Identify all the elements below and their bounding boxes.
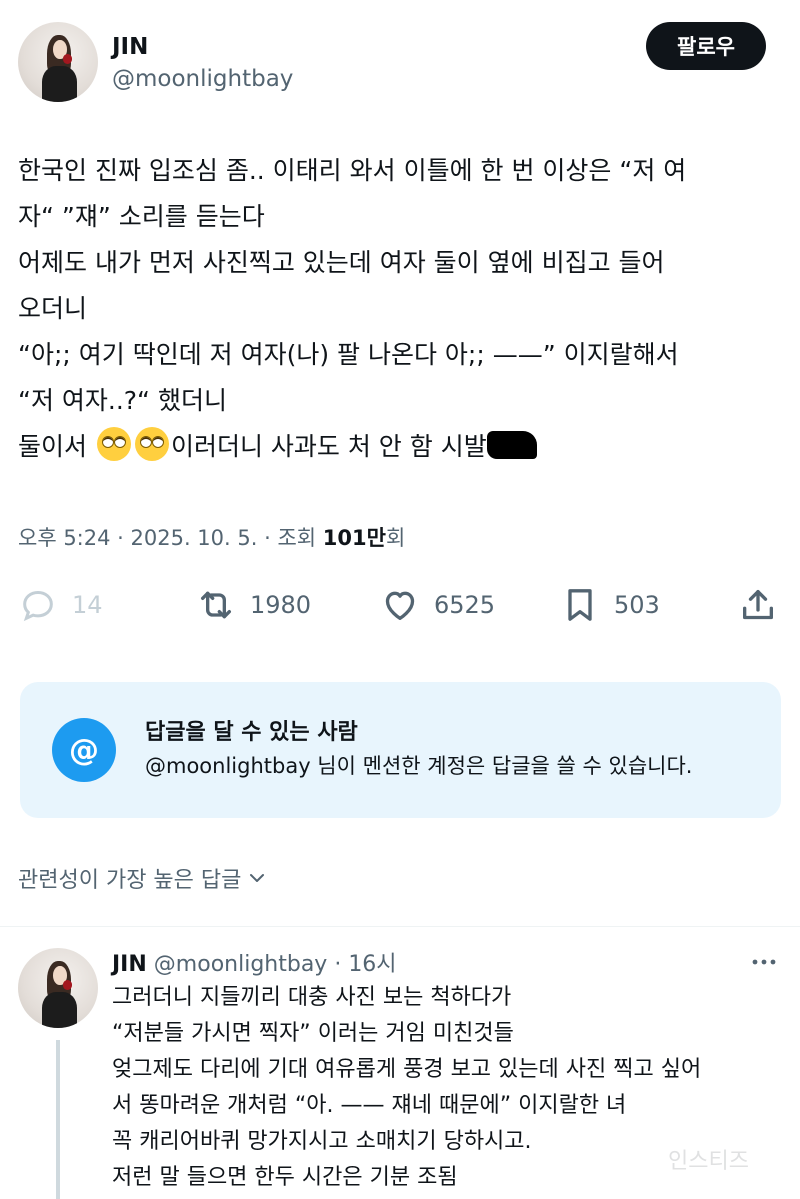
meta-separator: · [257, 526, 278, 550]
retweet-action[interactable]: 1980 [196, 580, 311, 630]
views-count: 101만 [322, 526, 386, 550]
reply-dot: · [327, 952, 349, 977]
reply-line: 그러더니 지들끼리 대충 사진 보는 척하다가 [112, 985, 512, 1010]
tweet-line: 어제도 내가 먼저 사진찍고 있는데 여자 둘이 옆에 비집고 들어 [18, 248, 665, 277]
tweet-line: 한국인 진짜 입조심 좀.. 이태리 와서 이틀에 한 번 이상은 “저 여 [18, 156, 687, 185]
reply-name[interactable]: JIN [112, 952, 147, 977]
tweet-meta: 오후 5:24 · 2025. 10. 5. · 조회 101만회 [18, 522, 405, 552]
reply-line: 서 똥마려운 개처럼 “아. —— 쟤네 때문에” 이지랄한 녀 [112, 1093, 627, 1118]
chevron-down-icon [250, 874, 265, 882]
like-count: 6525 [434, 591, 496, 619]
reply-avatar[interactable] [18, 948, 98, 1028]
mention-icon: @ [52, 718, 116, 782]
reply-restriction-title: 답글을 달 수 있는 사람 [145, 720, 358, 745]
redaction-scribble [486, 431, 537, 459]
reply-count: 14 [72, 591, 103, 619]
tweet-date[interactable]: 2025. 10. 5. [131, 526, 258, 550]
sort-label: 관련성이 가장 높은 답글 [18, 868, 242, 893]
bookmark-icon [568, 589, 592, 621]
tweet-line-suffix: 이러더니 사과도 처 안 함 시발 [170, 432, 487, 461]
reply-icon [23, 590, 53, 622]
tweet-line: “아;; 여기 딱인데 저 여자(나) 팔 나온다 아;; ——” 이지랄해서 [18, 340, 679, 369]
like-action[interactable]: 6525 [380, 580, 495, 630]
like-icon [385, 591, 415, 620]
reply-action[interactable]: 14 [18, 580, 103, 630]
divider [0, 926, 800, 927]
display-name[interactable]: JIN [112, 34, 148, 60]
bookmark-count: 503 [614, 591, 660, 619]
views-suffix: 회 [385, 526, 406, 550]
tweet-text: 한국인 진짜 입조심 좀.. 이태리 와서 이틀에 한 번 이상은 “저 여 자… [18, 148, 784, 470]
profile-avatar[interactable] [18, 22, 98, 102]
tweet-line-last: 둘이서 이러더니 사과도 처 안 함 시발 [18, 424, 784, 470]
watermark: 인스티즈 [668, 1149, 749, 1174]
meta-separator: · [110, 526, 131, 550]
user-handle[interactable]: @moonlightbay [112, 66, 293, 92]
more-options-icon[interactable] [748, 950, 780, 974]
action-bar: 14 1980 6525 503 [18, 580, 784, 630]
thread-line [56, 1040, 60, 1199]
reply-restriction-description: @moonlightbay 님이 멘션한 계정은 답글을 쓸 수 있습니다. [145, 754, 693, 778]
share-action[interactable] [738, 580, 792, 630]
views-label: 조회 [277, 526, 323, 550]
reply-time[interactable]: 16시 [348, 952, 396, 977]
tweet-line-prefix: 둘이서 [18, 432, 95, 461]
tweet-time[interactable]: 오후 5:24 [18, 526, 110, 550]
retweet-count: 1980 [250, 591, 312, 619]
follow-button[interactable]: 팔로우 [646, 22, 766, 70]
share-icon [743, 590, 773, 620]
retweet-icon [201, 591, 231, 619]
reply-handle[interactable]: @moonlightbay [154, 952, 328, 977]
reply-header: JIN @moonlightbay · 16시 [112, 946, 397, 978]
tweet-line: 자“ ”쟤” 소리를 듣는다 [18, 202, 265, 231]
bookmark-action[interactable]: 503 [560, 580, 660, 630]
reply-line: “저분들 가시면 찍자” 이러는 거임 미친것들 [112, 1021, 514, 1046]
rolling-eyes-emoji-icon [96, 427, 131, 461]
reply-restriction-box: @ 답글을 달 수 있는 사람 @moonlightbay 님이 멘션한 계정은… [20, 682, 781, 818]
rolling-eyes-emoji-icon [134, 427, 169, 461]
tweet-line: 오더니 [18, 294, 88, 323]
tweet-line: “저 여자..?“ 했더니 [18, 386, 227, 415]
reply-sort-dropdown[interactable]: 관련성이 가장 높은 답글 [18, 862, 269, 894]
reply-line: 엊그제도 다리에 기대 여유롭게 풍경 보고 있는데 사진 찍고 싶어 [112, 1057, 702, 1082]
